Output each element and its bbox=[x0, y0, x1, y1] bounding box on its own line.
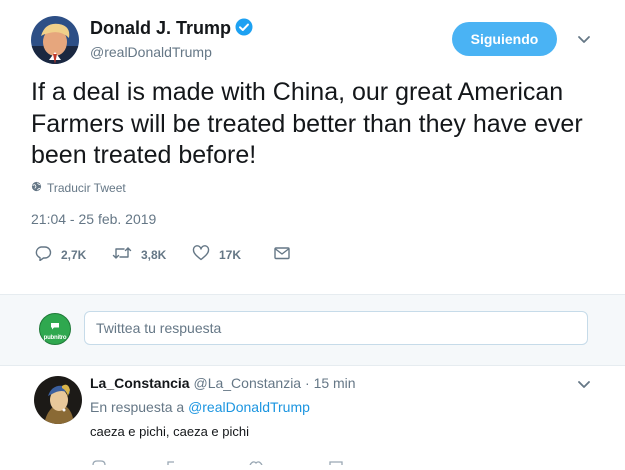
replying-to: En respuesta a @realDonaldTrump bbox=[90, 399, 310, 415]
retweet-action[interactable]: 3,8K bbox=[112, 245, 166, 264]
reply-count: 2,7K bbox=[61, 247, 87, 262]
translate-tweet-label: Traducir Tweet bbox=[47, 181, 126, 195]
translate-tweet-link[interactable]: Traducir Tweet bbox=[31, 181, 126, 195]
globe-icon bbox=[31, 181, 42, 195]
reply-chevron-down-icon[interactable] bbox=[576, 378, 592, 390]
reply-author-avatar[interactable] bbox=[34, 376, 82, 424]
chat-bubble-icon bbox=[50, 317, 60, 335]
reply-input-placeholder: Twittea tu respuesta bbox=[96, 320, 222, 336]
direct-message-action[interactable] bbox=[273, 245, 291, 264]
envelope-icon bbox=[273, 245, 291, 264]
author-handle[interactable]: @realDonaldTrump bbox=[90, 44, 212, 60]
reply-action[interactable]: 2,7K bbox=[34, 245, 86, 264]
replying-to-prefix: En respuesta a bbox=[90, 399, 185, 415]
chevron-down-icon[interactable] bbox=[575, 33, 593, 47]
retweet-count: 3,8K bbox=[141, 247, 167, 262]
reply-input[interactable]: Twittea tu respuesta bbox=[84, 311, 588, 345]
author-name-row[interactable]: Donald J. Trump bbox=[90, 18, 253, 41]
reply-separator: · bbox=[305, 375, 310, 391]
reply-header: La_Constancia @La_Constanzia · 15 min bbox=[90, 375, 356, 391]
current-user-avatar-label: pubnitro bbox=[43, 335, 67, 341]
reply-actions-row bbox=[90, 452, 390, 466]
replying-to-mention[interactable]: @realDonaldTrump bbox=[188, 399, 310, 415]
reply-author-handle[interactable]: @La_Constanzia bbox=[193, 375, 301, 391]
reply-text: caeza e pichi, caeza e pichi bbox=[90, 424, 249, 439]
tweet-text: If a deal is made with China, our great … bbox=[31, 78, 583, 169]
retweet-icon bbox=[112, 245, 132, 264]
verified-badge-icon bbox=[235, 18, 253, 41]
reply-author-name[interactable]: La_Constancia bbox=[90, 375, 190, 391]
reply-time[interactable]: 15 min bbox=[314, 375, 356, 391]
like-count: 17K bbox=[219, 247, 242, 262]
author-name[interactable]: Donald J. Trump bbox=[90, 18, 231, 38]
heart-icon bbox=[192, 245, 210, 264]
following-button[interactable]: Siguiendo bbox=[452, 22, 557, 56]
current-user-avatar[interactable]: pubnitro bbox=[39, 313, 71, 345]
reply-icon bbox=[34, 245, 52, 264]
tweet-timestamp[interactable]: 21:04 - 25 feb. 2019 bbox=[31, 211, 156, 227]
author-avatar[interactable] bbox=[31, 16, 79, 64]
like-action[interactable]: 17K bbox=[192, 245, 241, 264]
